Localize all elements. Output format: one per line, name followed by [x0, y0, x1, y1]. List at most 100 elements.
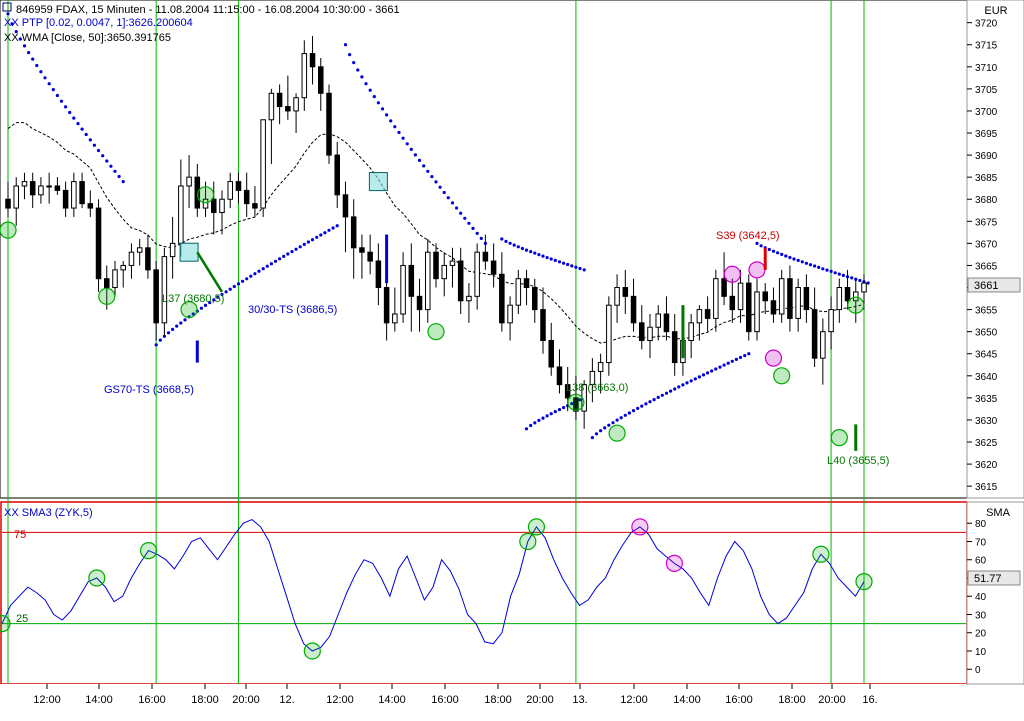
- sar-dot: [767, 247, 771, 252]
- sma-entry-circle: [519, 532, 537, 551]
- time-tick-label: 20:00: [232, 694, 260, 706]
- sar-dot: [84, 132, 88, 137]
- sar-dot: [541, 416, 545, 420]
- time-tick-label: 14:00: [673, 694, 701, 706]
- sar-dot: [430, 175, 434, 179]
- sar-dot: [158, 338, 162, 342]
- candle-up: [169, 242, 176, 258]
- currency-label: EUR: [984, 5, 1007, 17]
- price-tick-label: 3715: [975, 41, 998, 52]
- sar-dot: [360, 75, 364, 79]
- sar-dot: [537, 418, 541, 422]
- sar-dot: [648, 400, 652, 404]
- sar-dot: [245, 277, 249, 281]
- candle-down: [433, 251, 439, 280]
- time-tick-label: 18:00: [191, 694, 219, 706]
- candle-down: [663, 313, 670, 333]
- sar-dot: [858, 278, 862, 283]
- time-tick-label: 16.: [862, 694, 877, 706]
- sar-dot: [570, 264, 574, 268]
- candle-up: [128, 251, 135, 266]
- annotation-l37: L37 (3680,5): [162, 293, 224, 305]
- candle-down: [87, 203, 94, 209]
- entry-circle: [567, 393, 585, 411]
- price-tick-label: 3720: [975, 19, 998, 30]
- candle-down: [721, 278, 727, 297]
- candle-down: [770, 300, 777, 315]
- sar-dot: [578, 266, 582, 271]
- sar-dot: [656, 395, 660, 399]
- sar-dot: [615, 418, 619, 422]
- sma-tick-label: 60: [975, 556, 987, 567]
- sar-dot: [701, 373, 706, 377]
- sar-dot: [689, 379, 693, 383]
- sma-entry-circle: [855, 573, 873, 591]
- sar-dot: [524, 248, 529, 252]
- candle-down: [326, 92, 332, 156]
- candle-down: [490, 260, 497, 275]
- sar-dot: [310, 238, 315, 242]
- sar-dot: [228, 287, 232, 291]
- sar-dot: [434, 180, 438, 184]
- sar-dot: [88, 138, 92, 142]
- sar-dot: [557, 408, 562, 412]
- sar-dot: [471, 226, 475, 230]
- sar-dot: [55, 93, 60, 98]
- price-tick-label: 3630: [975, 416, 998, 427]
- sar-dot: [376, 101, 380, 105]
- sar-dot: [409, 147, 413, 151]
- candle-up: [112, 269, 118, 289]
- sar-dot: [829, 269, 833, 273]
- sma-tick-label: 0: [975, 665, 981, 676]
- entry-circle: [98, 287, 116, 305]
- sar-dot: [850, 276, 854, 280]
- sar-dot: [356, 68, 360, 72]
- sar-dot: [771, 249, 776, 253]
- sar-dot: [841, 273, 846, 277]
- candle-up: [178, 185, 184, 244]
- sar-dot: [800, 260, 804, 264]
- sar-dot: [455, 206, 459, 210]
- sar-dot: [232, 284, 236, 289]
- sar-dot: [714, 367, 718, 371]
- sar-dot: [500, 237, 504, 241]
- sar-dot: [76, 122, 80, 126]
- sar-dot: [627, 411, 632, 415]
- sar-dot: [533, 421, 537, 425]
- sar-dot: [652, 398, 656, 402]
- sar-dot: [545, 256, 549, 260]
- price-tick-label: 3650: [975, 328, 998, 339]
- sar-dot: [529, 250, 533, 254]
- candle-up: [161, 256, 168, 324]
- sar-dot: [319, 233, 323, 237]
- candle-down: [671, 331, 678, 364]
- last-price-value: 3661: [974, 280, 998, 292]
- sma-panel: [0, 501, 968, 685]
- sar-dot: [780, 252, 784, 256]
- sar-dot: [438, 185, 442, 189]
- sar-dot: [562, 406, 566, 410]
- sar-dot: [664, 391, 669, 395]
- candle-down: [145, 247, 151, 271]
- annotation-l38: L38 (3663,0): [566, 382, 628, 394]
- wma-indicator-label: XX WMA [Close, 50]:3650.391765: [4, 32, 171, 44]
- candle-up: [713, 278, 719, 319]
- candle-up: [466, 295, 472, 302]
- time-tick-label: 18:00: [484, 694, 512, 706]
- sar-dot: [47, 82, 51, 86]
- sar-dot: [520, 246, 525, 251]
- sar-dot: [537, 253, 541, 257]
- sar-dot: [479, 236, 483, 240]
- candle-up: [46, 185, 52, 188]
- candle-up: [268, 92, 275, 121]
- price-tick-label: 3615: [975, 482, 998, 493]
- candle-down: [639, 322, 645, 341]
- sar-dot: [755, 241, 759, 245]
- candle-down: [54, 185, 61, 191]
- price-tick-label: 3645: [975, 350, 998, 361]
- sar-dot: [813, 264, 817, 268]
- sar-dot: [368, 88, 372, 92]
- time-tick-label: 14:00: [378, 694, 406, 706]
- price-tick-label: 3670: [975, 239, 998, 250]
- sar-dot: [224, 290, 228, 294]
